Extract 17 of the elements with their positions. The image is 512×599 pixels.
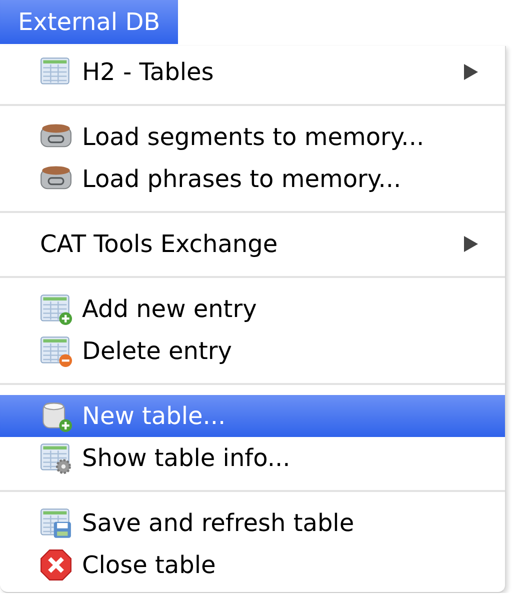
menu-item[interactable]: Show table info... — [0, 437, 505, 479]
table-save-icon — [40, 507, 72, 539]
table-gear-icon — [40, 442, 72, 474]
table-add-icon — [40, 293, 72, 325]
menu-item[interactable]: Add new entry — [0, 288, 505, 330]
menu-item[interactable]: Load phrases to memory... — [0, 158, 505, 200]
database-add-icon — [40, 400, 72, 432]
menu-item[interactable]: Load segments to memory... — [0, 116, 505, 158]
menu-item[interactable]: Close table — [0, 544, 505, 586]
menu-item[interactable]: H2 - Tables — [0, 51, 505, 93]
menu-item[interactable]: New table... — [0, 395, 505, 437]
menu-item[interactable]: Delete entry — [0, 330, 505, 372]
table-delete-icon — [40, 335, 72, 367]
menu-item[interactable]: Save and refresh table — [0, 502, 505, 544]
close-icon — [40, 549, 72, 581]
menu-item[interactable]: CAT Tools Exchange — [0, 223, 505, 265]
menu-title[interactable]: External DB — [0, 0, 178, 44]
